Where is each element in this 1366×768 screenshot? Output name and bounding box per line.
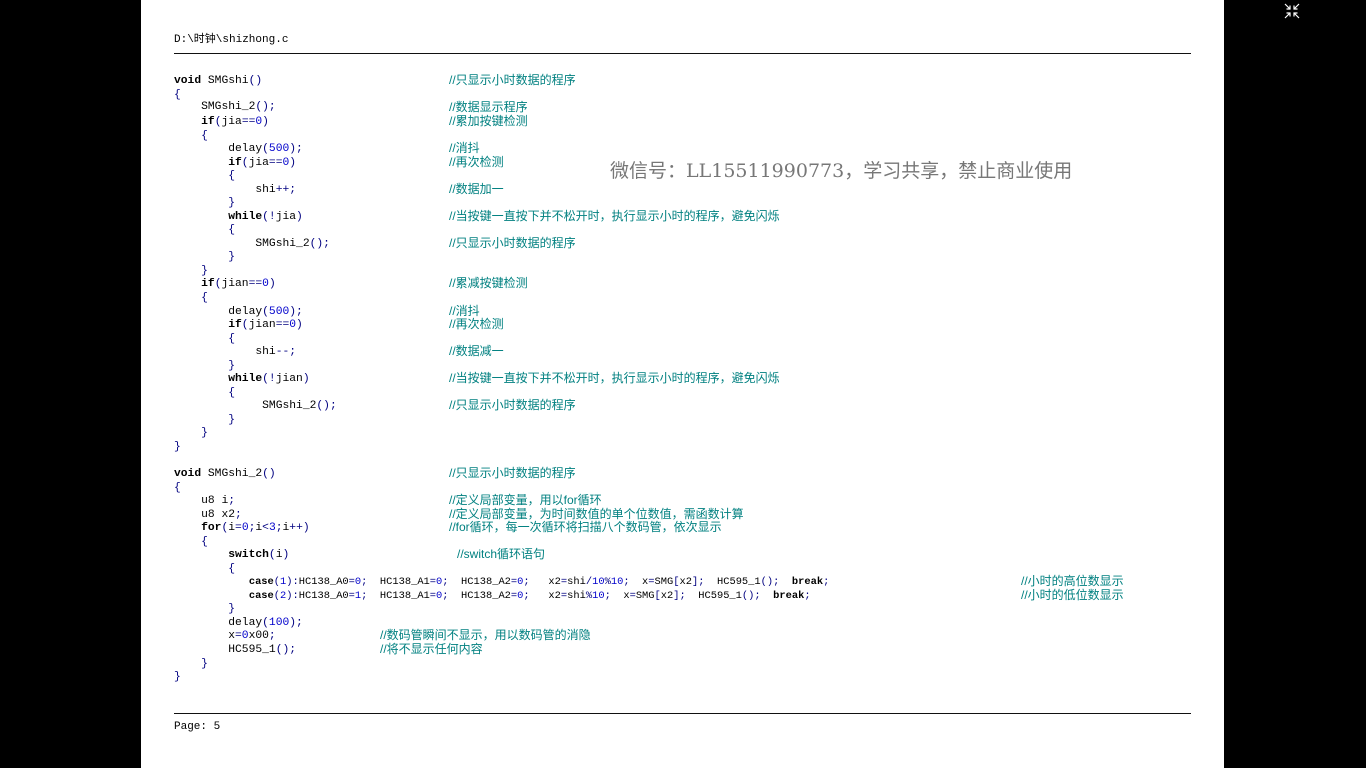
code-comment: //将不显示任何内容 <box>380 642 483 656</box>
exit-fullscreen-button[interactable] <box>1282 2 1302 20</box>
code-line: delay(500); <box>228 143 303 155</box>
code-comment: //小时的高位数显示 <box>1021 574 1124 588</box>
code-comment: //数据加一 <box>449 182 504 196</box>
code-line: } <box>201 265 208 277</box>
code-line: HC595_1(); <box>228 644 297 656</box>
exit-fullscreen-icon <box>1284 3 1300 19</box>
code-line: } <box>228 360 236 372</box>
code-line: while(!jia) <box>228 211 303 223</box>
code-line: } <box>201 658 208 670</box>
code-comment: //for循环，每一次循环将扫描八个数码管，依次显示 <box>449 520 722 534</box>
file-path-header: D:\时钟\shizhong.c <box>174 34 289 46</box>
code-comment: //消抖 <box>449 304 480 318</box>
code-line: case(2):HC138_A0=1; HC138_A1=0; HC138_A2… <box>248 590 811 602</box>
code-line: } <box>228 251 236 263</box>
code-line: SMGshi_2(); <box>255 238 330 250</box>
code-line: delay(500); <box>228 306 303 318</box>
code-line: x=0x00; <box>228 630 276 642</box>
code-comment: //消抖 <box>449 141 480 155</box>
code-line: { <box>228 333 236 345</box>
code-comment: //数码管瞬间不显示，用以数码管的消隐 <box>380 628 591 642</box>
code-comment: //定义局部变量，用以for循环 <box>449 493 602 507</box>
code-line: { <box>228 224 236 236</box>
code-line: if(jia==0) <box>201 116 269 128</box>
pdf-page: D:\时钟\shizhong.c void SMGshi() { SMGshi_… <box>141 0 1224 768</box>
code-comment: //只显示小时数据的程序 <box>449 73 576 87</box>
code-comment: //只显示小时数据的程序 <box>449 236 576 250</box>
code-line: { <box>201 130 208 142</box>
code-line: } <box>228 603 236 615</box>
code-line: SMGshi_2(); <box>262 400 337 412</box>
code-line: } <box>174 671 181 683</box>
code-line: SMGshi_2(); <box>201 101 276 113</box>
code-line: void SMGshi_2() <box>174 468 276 480</box>
code-comment: //定义局部变量，为时间数值的单个位数值，需函数计算 <box>449 507 744 521</box>
code-line: shi--; <box>255 346 297 358</box>
code-comment: //switch循环语句 <box>457 547 546 561</box>
code-comment: //累加按键检测 <box>449 114 528 128</box>
code-comment: //再次检测 <box>449 317 504 331</box>
code-line: { <box>228 387 236 399</box>
code-comment: //累减按键检测 <box>449 276 528 290</box>
code-comment: //再次检测 <box>449 155 504 169</box>
code-line: delay(100); <box>228 617 303 629</box>
code-line: { <box>201 292 208 304</box>
code-comment: //数据减一 <box>449 344 504 358</box>
code-comment: //只显示小时数据的程序 <box>449 398 576 412</box>
code-line: } <box>201 427 208 439</box>
code-line: { <box>228 563 236 575</box>
header-rule <box>174 53 1191 54</box>
code-comment: //当按键一直按下并不松开时，执行显示小时的程序，避免闪烁 <box>449 209 780 223</box>
code-line: while(!jian) <box>228 373 310 385</box>
code-line: { <box>201 536 208 548</box>
code-line: if(jia==0) <box>228 157 297 169</box>
code-comment: //小时的低位数显示 <box>1021 588 1124 602</box>
code-comment: //数据显示程序 <box>449 100 528 114</box>
footer-rule <box>174 713 1191 714</box>
code-line: if(jian==0) <box>201 278 276 290</box>
watermark-text: 微信号：LL15511990773，学习共享，禁止商业使用 <box>610 160 1073 182</box>
code-line: u8 i; <box>201 495 236 507</box>
code-line: { <box>174 482 181 494</box>
page-number-footer: Page: 5 <box>174 721 221 733</box>
code-line: { <box>228 170 236 182</box>
code-line: if(jian==0) <box>228 319 303 331</box>
code-line: } <box>174 441 181 453</box>
code-line: switch(i) <box>228 549 290 561</box>
code-line: } <box>228 414 236 426</box>
code-line: u8 x2; <box>201 509 242 521</box>
code-line: shi++; <box>255 184 297 196</box>
code-line: case(1):HC138_A0=0; HC138_A1=0; HC138_A2… <box>248 576 830 588</box>
code-line: for(i=0;i<3;i++) <box>201 522 310 534</box>
code-line: void SMGshi() <box>174 75 263 87</box>
code-line: } <box>228 197 236 209</box>
code-comment: //只显示小时数据的程序 <box>449 466 576 480</box>
code-comment: //当按键一直按下并不松开时，执行显示小时的程序，避免闪烁 <box>449 371 780 385</box>
